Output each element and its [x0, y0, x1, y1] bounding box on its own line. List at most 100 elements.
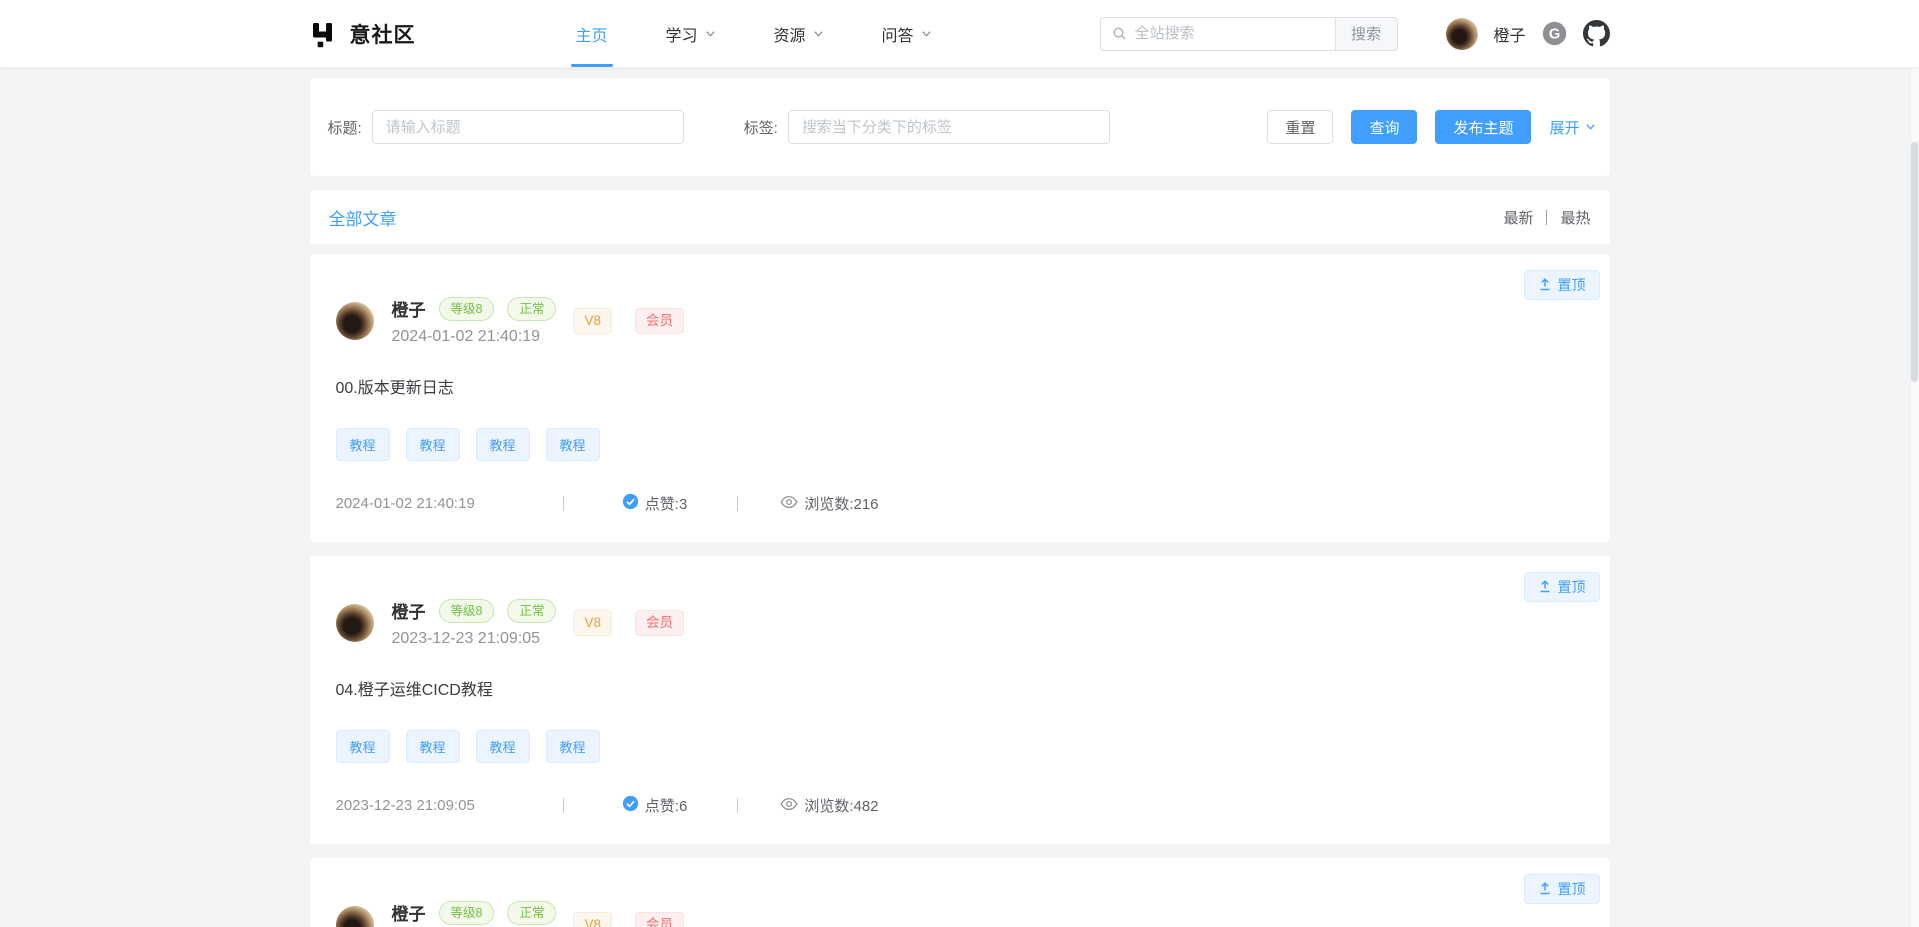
views-label: 浏览数:482 — [804, 795, 878, 816]
tag-filter-label: 标签: — [744, 117, 778, 138]
meta-date: 2023-12-23 21:09:05 — [336, 797, 475, 814]
vip-badges: V8 会员 — [573, 912, 684, 927]
like-icon — [622, 795, 639, 816]
nav-item-study-label: 学习 — [666, 22, 698, 46]
main-nav: 主页 学习 资源 问答 — [576, 0, 932, 67]
meta-divider — [563, 798, 564, 813]
search-icon — [1112, 26, 1127, 41]
post-title[interactable]: 00.版本更新日志 — [336, 374, 1584, 398]
nav-item-home[interactable]: 主页 — [576, 0, 608, 67]
pin-button[interactable]: 置顶 — [1524, 270, 1600, 300]
post-title[interactable]: 04.橙子运维CICD教程 — [336, 676, 1584, 700]
nav-item-resources-label: 资源 — [774, 22, 806, 46]
pin-label: 置顶 — [1558, 879, 1586, 899]
status-badge: 正常 — [507, 297, 556, 321]
post-card: 置顶 橙子 等级8 正常 2024-01-02 21:40:19 V8 会员 0 — [310, 254, 1610, 542]
post-tag[interactable]: 教程 — [336, 730, 390, 763]
header-inner: 意社区 主页 学习 资源 问答 — [310, 0, 1610, 67]
chevron-down-icon — [705, 28, 716, 39]
filter-panel: 标题: 标签: 重置 查询 发布主题 展开 — [310, 78, 1610, 176]
author-avatar[interactable] — [336, 906, 374, 927]
eye-icon — [780, 495, 798, 513]
post-tag[interactable]: 教程 — [546, 730, 600, 763]
post-date: 2023-12-23 21:09:05 — [392, 630, 557, 648]
svg-text:G: G — [1548, 27, 1559, 43]
nav-item-qa[interactable]: 问答 — [882, 0, 932, 67]
post-tags: 教程 教程 教程 教程 — [336, 428, 1584, 461]
author-block: 橙子 等级8 正常 2023-12-16 15:22:38 — [392, 900, 557, 927]
member-badge: 会员 — [635, 912, 684, 927]
chevron-down-icon — [921, 28, 932, 39]
author-name-row: 橙子 等级8 正常 — [392, 598, 557, 623]
vip-badges: V8 会员 — [573, 308, 684, 334]
post-tag[interactable]: 教程 — [406, 428, 460, 461]
vip-badges: V8 会员 — [573, 610, 684, 636]
pin-icon — [1538, 881, 1552, 898]
post-tag[interactable]: 教程 — [476, 428, 530, 461]
likes-label: 点赞:6 — [645, 795, 688, 816]
filter-actions: 重置 查询 发布主题 展开 — [1267, 110, 1595, 144]
github-icon[interactable] — [1583, 20, 1610, 47]
user-avatar[interactable] — [1446, 18, 1478, 50]
chevron-down-icon — [1585, 119, 1596, 136]
likes-stat: 点赞:6 — [622, 795, 688, 816]
pin-icon — [1538, 579, 1552, 596]
post-tag[interactable]: 教程 — [336, 428, 390, 461]
title-filter-input[interactable] — [372, 110, 684, 144]
user-name[interactable]: 橙子 — [1493, 22, 1525, 46]
meta-date: 2024-01-02 21:40:19 — [336, 495, 475, 512]
global-search: 搜索 — [1100, 17, 1398, 51]
post-tag[interactable]: 教程 — [546, 428, 600, 461]
nav-item-home-label: 主页 — [576, 22, 608, 46]
publish-topic-button[interactable]: 发布主题 — [1435, 110, 1531, 144]
author-name: 橙子 — [392, 296, 426, 321]
search-input[interactable] — [1135, 18, 1335, 50]
vip-badge: V8 — [573, 308, 612, 334]
author-avatar[interactable] — [336, 604, 374, 642]
level-badge: 等级8 — [439, 297, 495, 321]
sort-newest[interactable]: 最新 — [1503, 207, 1533, 228]
brand-title: 意社区 — [350, 19, 416, 49]
sort-hottest[interactable]: 最热 — [1560, 207, 1590, 228]
title-filter-label: 标题: — [328, 117, 362, 138]
tab-all-articles[interactable]: 全部文章 — [329, 205, 397, 230]
level-badge: 等级8 — [439, 901, 495, 925]
list-header: 全部文章 最新 最热 — [310, 190, 1610, 244]
top-header: 意社区 主页 学习 资源 问答 — [0, 0, 1919, 68]
gitee-icon[interactable]: G — [1541, 20, 1568, 47]
search-button[interactable]: 搜索 — [1335, 17, 1397, 51]
expand-toggle[interactable]: 展开 — [1549, 117, 1595, 138]
eye-icon — [780, 797, 798, 815]
views-stat: 浏览数:216 — [780, 493, 878, 514]
sort-group: 最新 最热 — [1503, 207, 1590, 228]
post-tag[interactable]: 教程 — [406, 730, 460, 763]
reset-button[interactable]: 重置 — [1267, 110, 1333, 144]
scrollbar-thumb[interactable] — [1911, 142, 1918, 382]
scrollbar-track — [1910, 68, 1919, 927]
author-name: 橙子 — [392, 900, 426, 925]
status-badge: 正常 — [507, 599, 556, 623]
author-avatar[interactable] — [336, 302, 374, 340]
brand[interactable]: 意社区 — [310, 19, 416, 49]
query-button[interactable]: 查询 — [1351, 110, 1417, 144]
pin-button[interactable]: 置顶 — [1524, 572, 1600, 602]
views-stat: 浏览数:482 — [780, 795, 878, 816]
like-icon — [622, 493, 639, 514]
brand-logo-icon — [310, 19, 340, 49]
vip-badge: V8 — [573, 610, 612, 636]
post-header: 橙子 等级8 正常 2023-12-23 21:09:05 V8 会员 — [336, 598, 1584, 648]
tag-filter-input[interactable] — [788, 110, 1110, 144]
author-name-row: 橙子 等级8 正常 — [392, 296, 557, 321]
expand-label: 展开 — [1549, 117, 1579, 138]
meta-divider — [563, 496, 564, 511]
author-block: 橙子 等级8 正常 2024-01-02 21:40:19 — [392, 296, 557, 346]
nav-item-study[interactable]: 学习 — [666, 0, 716, 67]
sort-divider — [1546, 210, 1547, 225]
chevron-down-icon — [813, 28, 824, 39]
nav-item-resources[interactable]: 资源 — [774, 0, 824, 67]
pin-button[interactable]: 置顶 — [1524, 874, 1600, 904]
post-tag[interactable]: 教程 — [476, 730, 530, 763]
main-content: 标题: 标签: 重置 查询 发布主题 展开 全部文章 最新 最热 — [310, 78, 1610, 927]
level-badge: 等级8 — [439, 599, 495, 623]
meta-divider — [737, 798, 738, 813]
